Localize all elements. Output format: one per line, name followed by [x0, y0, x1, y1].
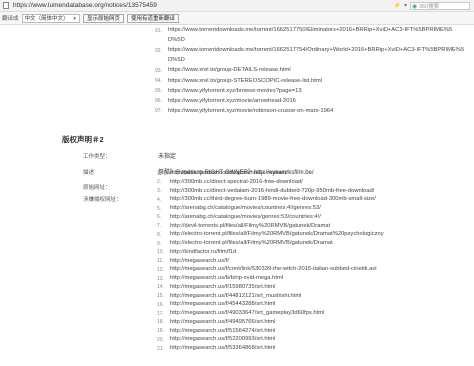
- infringing-url-item[interactable]: http://megasearch.us/f/45443288/srt.html: [170, 301, 275, 307]
- list-item-number: 96.: [155, 98, 162, 105]
- infringing-url-item[interactable]: http://kindfactor.ru/film/f1d: [170, 249, 236, 255]
- retranslate-button[interactable]: 使用有道重新翻译: [127, 13, 180, 23]
- url-list-item[interactable]: D%5D: [168, 57, 185, 63]
- url-list-item[interactable]: D%5D: [168, 37, 185, 43]
- list-item-number: 11.: [157, 258, 164, 264]
- list-item-number: 21.: [157, 345, 164, 352]
- list-item-number: 12.: [157, 266, 164, 273]
- list-item-number: 10.: [157, 249, 164, 256]
- address-bar-tools: ⚡ ▾ ◉ 360搜索: [394, 1, 470, 10]
- infringing-url-item[interactable]: http://devil-torrents.pl/files/all/Filmy…: [170, 223, 330, 229]
- list-item-number: 7.: [157, 223, 162, 229]
- chevron-down-icon[interactable]: ▾: [404, 3, 407, 9]
- bolt-icon[interactable]: ⚡: [394, 3, 401, 9]
- list-item-number: 9.: [157, 240, 162, 247]
- list-item-number: 15.: [157, 293, 164, 299]
- list-item-number: 91.: [155, 27, 162, 34]
- list-item-number: 92.: [155, 47, 162, 54]
- infringing-url-item[interactable]: http://megasearch.us/f/53364868/srt.html: [170, 345, 275, 351]
- search-placeholder: 360搜索: [419, 3, 440, 10]
- infringing-url-item[interactable]: http://megasearch.us/f/51564274/srt.html: [170, 328, 275, 334]
- section-title: 版权声明＃2: [62, 135, 104, 144]
- search-engine-icon: ◉: [412, 3, 418, 10]
- infringing-url-item[interactable]: http://megasearch.us/f/49495766/srt.html: [170, 319, 275, 325]
- url-list-item[interactable]: https://www.yifytorrent.xyz/browse-movie…: [168, 88, 302, 94]
- list-item-number: 8.: [157, 231, 162, 238]
- url-list-item[interactable]: https://www.yifytorrent.xyz/movie/arrowh…: [168, 98, 296, 104]
- list-item-number: 2.: [157, 179, 162, 186]
- infringing-url-item[interactable]: http://megasearch.us/f/44812121/srt_mush…: [170, 293, 301, 299]
- url-list-item[interactable]: https://www.torrentdownloads.me/torrent/…: [168, 27, 452, 33]
- language-select-value: 中文（简体中文）: [24, 16, 69, 22]
- page-icon: [3, 2, 9, 9]
- list-item-number: 4.: [157, 196, 162, 203]
- list-item-number: 93.: [155, 67, 162, 74]
- address-bar: https://www.lumendatabase.org/notices/13…: [0, 0, 474, 12]
- list-item-number: 14.: [157, 284, 164, 291]
- original-urls-label: 原始网址：: [83, 185, 111, 191]
- list-item-number: 94.: [155, 78, 162, 84]
- infringing-url-item[interactable]: http://300mb.cc/direct-spectral-2016-fre…: [170, 179, 303, 185]
- url-list-item[interactable]: https://www.xrel.to/group-STEREOSCOPIC-r…: [168, 78, 322, 84]
- work-type-value: 未指定: [158, 154, 177, 160]
- list-item-number: 3.: [157, 188, 162, 194]
- description-label: 描述: [83, 170, 95, 176]
- list-item-number: 18.: [157, 319, 164, 326]
- list-item-number: 1.: [157, 170, 162, 177]
- language-select[interactable]: 中文（简体中文） ▼: [21, 13, 80, 23]
- infringing-url-item[interactable]: http://arenabg.ch/catalogue/movies/count…: [170, 205, 321, 211]
- infringing-urls-label: 涉嫌侵权网址：: [83, 197, 122, 203]
- infringing-url-item[interactable]: http://pelisclasmas.com/tag/michael-r-ro…: [170, 170, 288, 176]
- infringing-url-item[interactable]: http://megasearch.us/f/: [170, 258, 229, 264]
- list-item-number: 6.: [157, 214, 162, 221]
- translate-label: 翻译成: [2, 16, 19, 22]
- infringing-url-item[interactable]: http://megasearch.us/f/cont/link/530339-…: [170, 266, 377, 272]
- url-field[interactable]: https://www.lumendatabase.org/notices/13…: [13, 2, 157, 9]
- list-item-number: 95.: [155, 88, 162, 95]
- list-item-number: 5.: [157, 205, 162, 212]
- page-content: 91. https://www.torrentdownloads.me/torre…: [0, 25, 474, 366]
- url-list-item[interactable]: https://www.torrentdownloads.me/torrent/…: [168, 47, 464, 53]
- url-list-item[interactable]: https://www.yifytorrent.xyz/movie/robins…: [168, 108, 333, 114]
- list-item-number: 19.: [157, 328, 164, 334]
- work-type-label: 工作类型：: [83, 154, 111, 160]
- list-item-number: 17.: [157, 310, 164, 317]
- infringing-url-item[interactable]: http://arenabg.ch/catalogue/movies/genre…: [170, 214, 321, 220]
- infringing-url-item[interactable]: http://electro-torrent.pl/files/all/Film…: [170, 231, 384, 237]
- infringing-url-item[interactable]: http://megasearch.us/f/52200993/srt.html: [170, 336, 275, 342]
- infringing-url-item[interactable]: http://300mb.cc/third-degree-burn-1989-m…: [170, 196, 376, 202]
- list-item-number: 20.: [157, 336, 164, 343]
- list-item-number: 13.: [157, 275, 164, 282]
- search-input[interactable]: ◉ 360搜索: [410, 1, 470, 10]
- list-item-number: 97.: [155, 108, 162, 115]
- infringing-url-item[interactable]: http://megasearch.us/f/15980735/srt.html: [170, 284, 275, 290]
- url-list-item[interactable]: https://www.xrel.to/group-DETAILS-releas…: [168, 67, 291, 73]
- chevron-down-icon: ▼: [72, 15, 77, 21]
- translate-bar: 翻译成 中文（简体中文） ▼ 显示原始网页 使用有道重新翻译: [0, 12, 474, 25]
- infringing-url-item[interactable]: http://megasearch.us/f/49033647/srt_game…: [170, 310, 324, 316]
- list-item-number: 16.: [157, 301, 164, 308]
- infringing-url-item[interactable]: http://megasearch.us/b/b/rip-xvid-mega.h…: [170, 275, 283, 281]
- show-original-button[interactable]: 显示原始网页: [83, 13, 125, 23]
- infringing-url-item[interactable]: http://electro-torrent.pl/files/all/Film…: [170, 240, 333, 246]
- infringing-url-item[interactable]: http://300mb.cc/direct-vedalam-2016-hind…: [170, 188, 374, 194]
